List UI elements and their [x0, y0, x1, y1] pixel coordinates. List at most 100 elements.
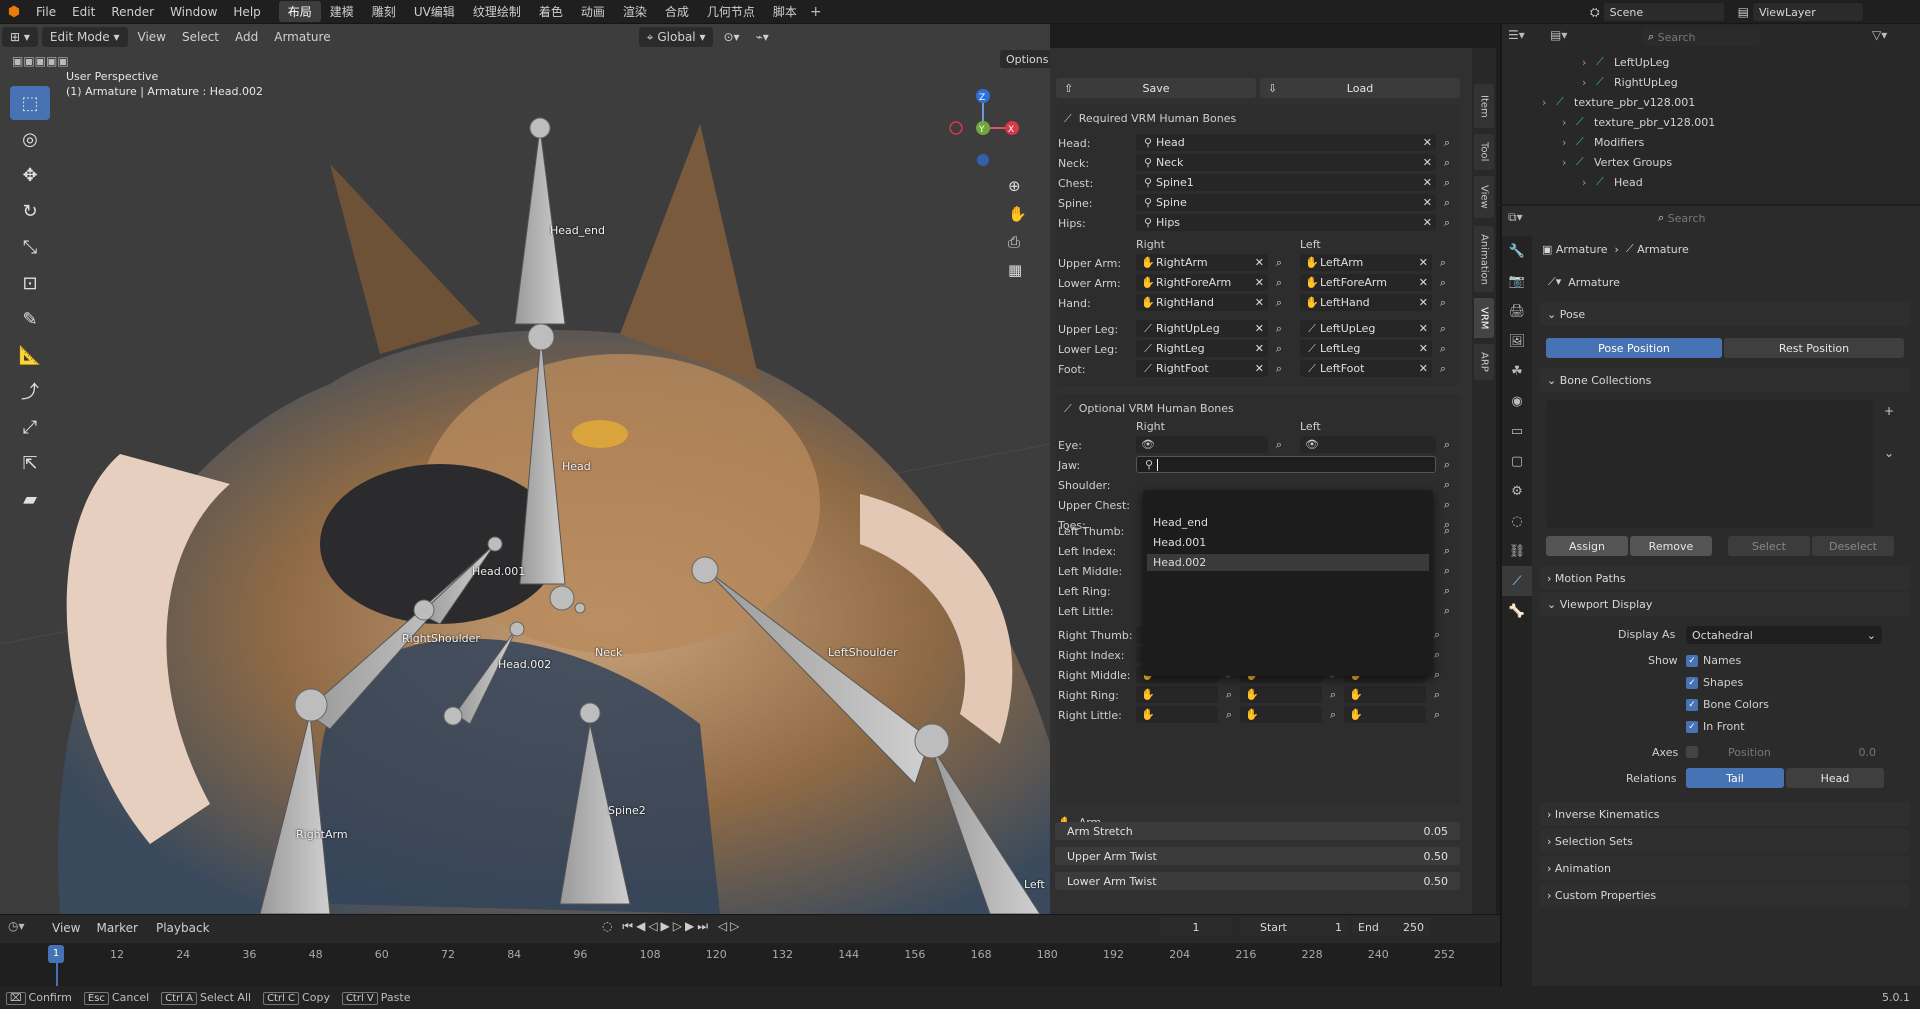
- left-bone-field[interactable]: ⟋ LeftLeg ✕: [1300, 340, 1432, 357]
- search-icon[interactable]: ⌕: [1270, 436, 1288, 453]
- clear-icon[interactable]: ✕: [1419, 342, 1428, 355]
- search-icon[interactable]: ⌕: [1438, 522, 1456, 539]
- collection-menu-icon[interactable]: ⌄: [1884, 446, 1894, 460]
- outliner-filter-icon[interactable]: ▤▾: [1550, 28, 1567, 42]
- workspace-tab-2[interactable]: 雕刻: [363, 1, 405, 22]
- sidebar-tab-view[interactable]: View: [1474, 176, 1494, 218]
- outliner-item[interactable]: › ⟋ RightUpLeg: [1582, 72, 1678, 92]
- arm-slider[interactable]: Lower Arm Twist 0.50: [1055, 872, 1460, 890]
- pivot-icon[interactable]: ⊙▾: [715, 27, 747, 47]
- search-icon[interactable]: ⌕: [1438, 602, 1456, 619]
- dropdown-item[interactable]: Head_end: [1147, 514, 1429, 531]
- expand-icon[interactable]: ›: [1542, 96, 1556, 109]
- grid-icon[interactable]: ▦: [1008, 256, 1027, 284]
- search-icon[interactable]: ⌕: [1270, 274, 1288, 291]
- zoom-icon[interactable]: ⊕: [1008, 172, 1027, 200]
- editor-type-icon[interactable]: ⊞ ▾: [2, 27, 38, 47]
- armature-name-field[interactable]: ⟋▾ Armature: [1542, 272, 1888, 292]
- expand-icon[interactable]: ›: [1562, 136, 1576, 149]
- properties-editor-icon[interactable]: ⧉▾: [1508, 210, 1523, 225]
- outliner-item[interactable]: › ⟋ Modifiers: [1562, 132, 1644, 152]
- search-icon[interactable]: ⌕: [1428, 686, 1446, 703]
- search-icon[interactable]: ⌕: [1438, 154, 1456, 171]
- axes-position-field[interactable]: Position 0.0: [1702, 743, 1882, 761]
- search-icon[interactable]: ⌕: [1438, 436, 1456, 453]
- modifier-tab-icon[interactable]: ⚙: [1502, 476, 1532, 506]
- start-frame-field[interactable]: Start 1: [1240, 918, 1348, 936]
- relations-head-button[interactable]: Head: [1786, 768, 1884, 788]
- outliner-search-input[interactable]: ⌕ Search: [1642, 28, 1760, 46]
- search-icon[interactable]: ⌕: [1434, 274, 1452, 291]
- required-bone-field[interactable]: ⚲ Spine ✕: [1136, 194, 1436, 211]
- right-bone-field[interactable]: ✋ RightForeArm ✕: [1136, 274, 1268, 291]
- viewport-menu-select[interactable]: Select: [174, 27, 227, 47]
- right-bone-field[interactable]: ⟋ RightUpLeg ✕: [1136, 320, 1268, 337]
- search-icon[interactable]: ⌕: [1434, 294, 1452, 311]
- search-icon[interactable]: ⌕: [1434, 254, 1452, 271]
- view-layer-field[interactable]: ViewLayer: [1752, 3, 1863, 21]
- pose-panel-header[interactable]: ⌄ Pose: [1540, 302, 1910, 326]
- outliner-item[interactable]: › ⟋ texture_pbr_v128.001: [1562, 112, 1715, 132]
- clear-icon[interactable]: ✕: [1423, 196, 1432, 209]
- timeline-editor-icon[interactable]: ◷▾: [8, 919, 25, 933]
- save-button[interactable]: ⇧ Save: [1056, 78, 1256, 98]
- bone-size-icon[interactable]: ⤢: [10, 410, 50, 444]
- arm-slider[interactable]: Arm Stretch 0.05: [1055, 822, 1460, 840]
- viewport-menu-add[interactable]: Add: [227, 27, 266, 47]
- clear-icon[interactable]: ✕: [1255, 276, 1264, 289]
- clear-icon[interactable]: ✕: [1419, 296, 1428, 309]
- timeline-track[interactable]: [0, 943, 1500, 987]
- sidebar-tab-animation[interactable]: Animation: [1474, 226, 1494, 292]
- search-icon[interactable]: ⌕: [1438, 582, 1456, 599]
- expand-icon[interactable]: ›: [1582, 76, 1596, 89]
- left-eye-field[interactable]: 👁: [1300, 436, 1436, 453]
- camera-icon[interactable]: ⎙: [1008, 228, 1027, 256]
- add-collection-icon[interactable]: +: [1884, 404, 1894, 418]
- mode-select[interactable]: Edit Mode ▾: [41, 27, 128, 47]
- output-tab-icon[interactable]: 🖨: [1502, 296, 1532, 326]
- clear-icon[interactable]: ✕: [1255, 342, 1264, 355]
- clear-icon[interactable]: ✕: [1423, 176, 1432, 189]
- cursor-icon[interactable]: ◎: [10, 122, 50, 156]
- search-icon[interactable]: ⌕: [1438, 134, 1456, 151]
- finger-bone-field[interactable]: ✋: [1344, 686, 1426, 703]
- finger-bone-field[interactable]: ✋: [1136, 686, 1218, 703]
- search-icon[interactable]: ⌕: [1324, 686, 1342, 703]
- dropdown-item[interactable]: Head.001: [1147, 534, 1429, 551]
- clear-icon[interactable]: ✕: [1255, 296, 1264, 309]
- select-mode-icons[interactable]: ▣▣▣▣▣: [12, 54, 69, 68]
- arm-slider[interactable]: Upper Arm Twist 0.50: [1055, 847, 1460, 865]
- workspace-tab-3[interactable]: UV编辑: [405, 1, 464, 22]
- assign-button[interactable]: Assign: [1546, 536, 1628, 556]
- view-layer-tab-icon[interactable]: 🖼: [1502, 326, 1532, 356]
- scene-icon[interactable]: ⛭: [1590, 5, 1600, 20]
- collapsed-panel-header[interactable]: › Inverse Kinematics: [1540, 802, 1910, 826]
- view-layer-icon[interactable]: ▤: [1738, 5, 1749, 19]
- clear-icon[interactable]: ✕: [1419, 362, 1428, 375]
- axes-checkbox[interactable]: [1686, 746, 1698, 758]
- right-eye-field[interactable]: 👁: [1136, 436, 1268, 453]
- workspace-tab-8[interactable]: 合成: [656, 1, 698, 22]
- workspace-tab-4[interactable]: 纹理绘制: [464, 1, 530, 22]
- search-icon[interactable]: ⌕: [1438, 542, 1456, 559]
- search-icon[interactable]: ⌕: [1270, 340, 1288, 357]
- physics-tab-icon[interactable]: ◌: [1502, 506, 1532, 536]
- workspace-tab-10[interactable]: 脚本: [764, 1, 806, 22]
- extrude-icon[interactable]: ⇱: [10, 446, 50, 480]
- menu-window[interactable]: Window: [162, 5, 225, 19]
- tool-tab-icon[interactable]: 🔧: [1502, 236, 1532, 266]
- move-icon[interactable]: ✥: [10, 158, 50, 192]
- select-button[interactable]: Select: [1728, 536, 1810, 556]
- outliner-item[interactable]: › ⟋ LeftUpLeg: [1582, 52, 1669, 72]
- search-icon[interactable]: ⌕: [1434, 360, 1452, 377]
- search-icon[interactable]: ⌕: [1438, 476, 1456, 493]
- sidebar-tab-arp[interactable]: ARP: [1474, 344, 1494, 380]
- roll-icon[interactable]: ⤴: [10, 374, 50, 408]
- show-checkbox[interactable]: ✓ In Front: [1686, 720, 1745, 733]
- constraint-tab-icon[interactable]: ⛓: [1502, 536, 1532, 566]
- pan-icon[interactable]: ✋: [1008, 200, 1027, 228]
- timeline-menu-playback[interactable]: Playback: [147, 918, 218, 938]
- search-icon[interactable]: ⌕: [1270, 360, 1288, 377]
- bone-collections-list[interactable]: [1546, 400, 1874, 528]
- collection-tab-icon[interactable]: ▭: [1502, 416, 1532, 446]
